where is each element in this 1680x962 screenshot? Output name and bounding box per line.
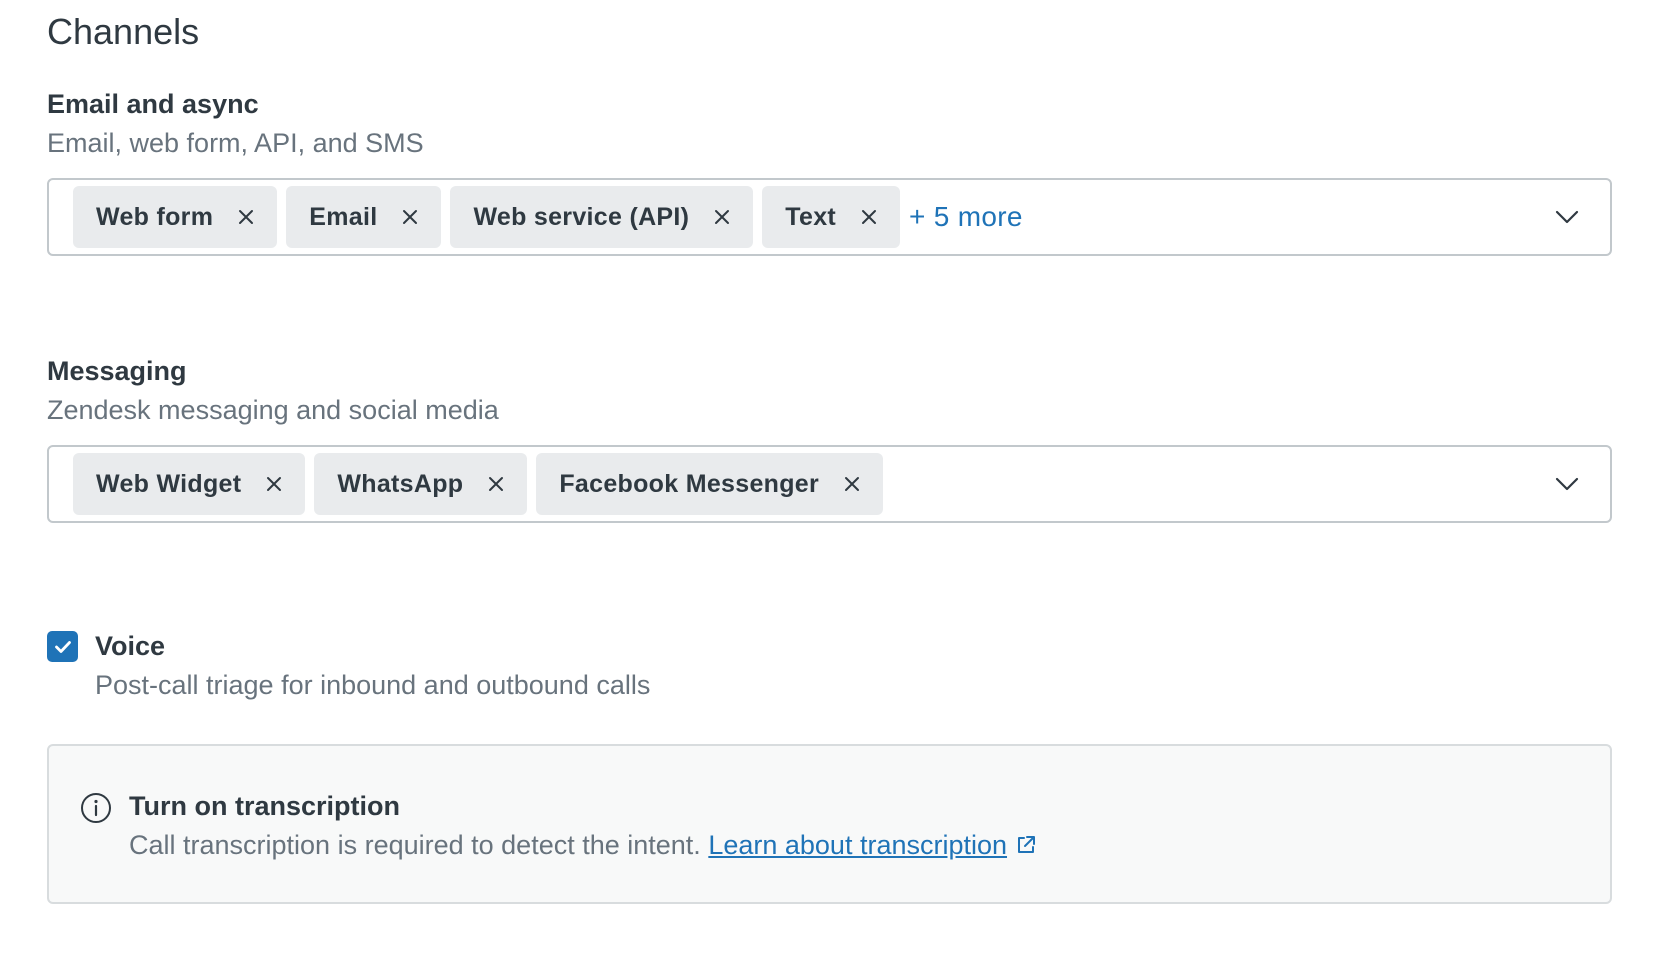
tag-web-service-api: Web service (API) [450, 186, 754, 248]
remove-tag-close-icon[interactable] [401, 208, 419, 226]
notice-title: Turn on transcription [129, 791, 400, 821]
tag-label: WhatsApp [337, 469, 464, 498]
voice-text: Voice Post-call triage for inbound and o… [95, 628, 650, 703]
messaging-title: Messaging [47, 356, 187, 386]
tag-facebook-messenger: Facebook Messenger [536, 453, 884, 515]
tag-label: Facebook Messenger [559, 469, 820, 498]
transcription-notice: Turn on transcription Call transcription… [47, 744, 1612, 904]
remove-tag-close-icon[interactable] [843, 475, 861, 493]
checkmark-icon [54, 640, 71, 653]
tag-label: Web form [96, 202, 214, 231]
tag-text: Text [762, 186, 901, 248]
voice-checkbox[interactable] [47, 631, 78, 662]
tag-label: Email [309, 202, 378, 231]
more-tags-link[interactable]: + 5 more [909, 201, 1023, 233]
remove-tag-close-icon[interactable] [237, 208, 255, 226]
remove-tag-close-icon[interactable] [860, 208, 878, 226]
voice-label[interactable]: Voice [95, 628, 650, 664]
tag-label: Web Widget [96, 469, 242, 498]
tag-label: Web service (API) [473, 202, 690, 231]
email-async-section: Email and async Email, web form, API, an… [47, 86, 1612, 256]
remove-tag-close-icon[interactable] [487, 475, 505, 493]
tag-web-widget: Web Widget [73, 453, 306, 515]
notice-body-text: Call transcription is required to detect… [129, 830, 701, 860]
external-link-icon[interactable] [1015, 829, 1037, 853]
tag-web-form: Web form [73, 186, 278, 248]
tag-whatsapp: WhatsApp [314, 453, 528, 515]
email-async-combobox[interactable]: Web form Email Web service (API) Text + … [47, 178, 1612, 256]
info-icon [80, 792, 112, 824]
remove-tag-close-icon[interactable] [265, 475, 283, 493]
voice-option: Voice Post-call triage for inbound and o… [47, 628, 650, 703]
voice-description: Post-call triage for inbound and outboun… [95, 670, 651, 700]
remove-tag-close-icon[interactable] [713, 208, 731, 226]
chevron-down-icon[interactable] [1554, 475, 1580, 493]
messaging-section: Messaging Zendesk messaging and social m… [47, 353, 1612, 523]
email-async-description: Email, web form, API, and SMS [47, 128, 424, 158]
tag-label: Text [785, 202, 837, 231]
learn-about-transcription-link[interactable]: Learn about transcription [708, 830, 1007, 860]
notice-body: Call transcription is required to detect… [129, 827, 1037, 863]
messaging-description: Zendesk messaging and social media [47, 395, 499, 425]
tag-email: Email [286, 186, 442, 248]
page-title: Channels [47, 11, 200, 52]
messaging-combobox[interactable]: Web Widget WhatsApp Facebook Messenger [47, 445, 1612, 523]
chevron-down-icon[interactable] [1554, 208, 1580, 226]
email-async-title: Email and async [47, 89, 259, 119]
